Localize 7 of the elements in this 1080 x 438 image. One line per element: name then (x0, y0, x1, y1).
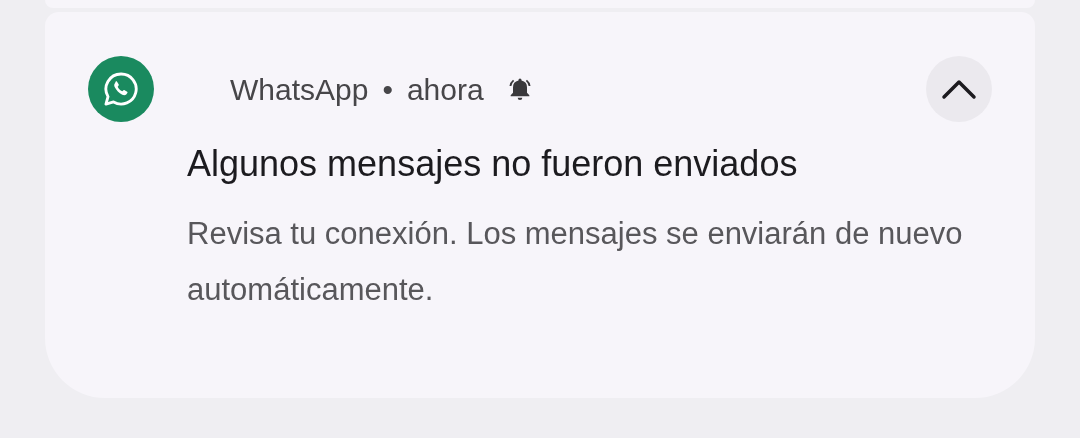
app-name: WhatsApp (230, 71, 369, 108)
notification-title: Algunos mensajes no fueron enviados (187, 142, 799, 186)
notification-card[interactable]: WhatsApp • ahora Algunos mensajes no fueron enviados Revisa tu conexión. Los mensajes se enviarán de nuevo automáticamente. (45, 12, 1035, 398)
notification-body: Revisa tu conexión. Los mensajes se enviarán de nuevo automáticamente. (187, 215, 964, 309)
timestamp: ahora (406, 71, 484, 108)
chevron-icon (941, 78, 977, 100)
separator: • (382, 71, 393, 108)
